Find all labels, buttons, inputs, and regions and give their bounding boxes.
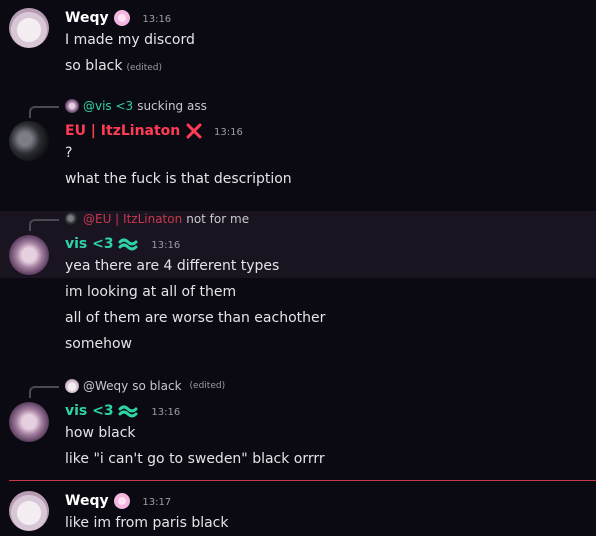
reply-spine xyxy=(29,219,59,231)
reply-spine xyxy=(29,386,59,398)
reply-preview[interactable]: @EU | ItzLinaton not for me xyxy=(65,212,249,226)
author-name[interactable]: Weqy 13:17 xyxy=(65,492,171,510)
avatar xyxy=(65,379,79,393)
reply-text: sucking ass xyxy=(137,99,207,113)
timestamp: 13:17 xyxy=(142,497,172,508)
author-name[interactable]: vis <3 13:16 xyxy=(65,236,180,252)
message-text: like "i can't go to sweden" black orrrr xyxy=(65,451,325,467)
avatar[interactable] xyxy=(9,491,49,531)
message-text: ? xyxy=(65,145,73,161)
reply-text: not for me xyxy=(186,212,250,226)
message-text: somehow xyxy=(65,336,132,352)
avatar[interactable] xyxy=(9,8,49,48)
edited-label: (edited) xyxy=(189,381,226,391)
reply-preview[interactable]: @vis <3 sucking ass xyxy=(65,99,207,113)
flower-badge-icon xyxy=(114,493,131,509)
wave-badge-icon xyxy=(118,405,138,418)
message-text: I made my discord xyxy=(65,32,195,48)
message-text: like im from paris black xyxy=(65,515,229,531)
message-text: so black (edited) xyxy=(65,58,163,74)
timestamp: 13:16 xyxy=(214,127,243,138)
message-text: yea there are 4 different types xyxy=(65,258,280,274)
crossed-tools-icon xyxy=(186,123,202,139)
timestamp: 13:16 xyxy=(151,240,181,251)
timestamp: 13:16 xyxy=(151,407,181,418)
timestamp: 13:16 xyxy=(142,14,172,25)
reply-spine xyxy=(29,106,59,118)
wave-badge-icon xyxy=(118,238,138,251)
reply-author[interactable]: @Weqy xyxy=(83,379,128,393)
avatar xyxy=(65,212,79,226)
message-text: what the fuck is that description xyxy=(65,171,292,187)
avatar[interactable] xyxy=(9,121,49,161)
message-text: im looking at all of them xyxy=(65,284,237,300)
flower-badge-icon xyxy=(114,10,131,26)
reply-author[interactable]: @vis <3 xyxy=(83,99,133,113)
avatar[interactable] xyxy=(9,402,49,442)
avatar[interactable] xyxy=(9,235,49,275)
reply-author[interactable]: @EU | ItzLinaton xyxy=(83,212,182,226)
author-name[interactable]: Weqy 13:16 xyxy=(65,9,171,27)
avatar xyxy=(65,99,79,113)
reply-preview[interactable]: @Weqy so black (edited) xyxy=(65,379,225,393)
author-name[interactable]: EU | ItzLinaton 13:16 xyxy=(65,122,243,140)
message-text: all of them are worse than eachother xyxy=(65,310,326,326)
message-text: how black xyxy=(65,425,136,441)
edited-label: (edited) xyxy=(126,63,163,73)
reply-text: so black xyxy=(132,379,182,393)
new-messages-divider xyxy=(9,480,596,481)
author-name[interactable]: vis <3 13:16 xyxy=(65,403,180,419)
